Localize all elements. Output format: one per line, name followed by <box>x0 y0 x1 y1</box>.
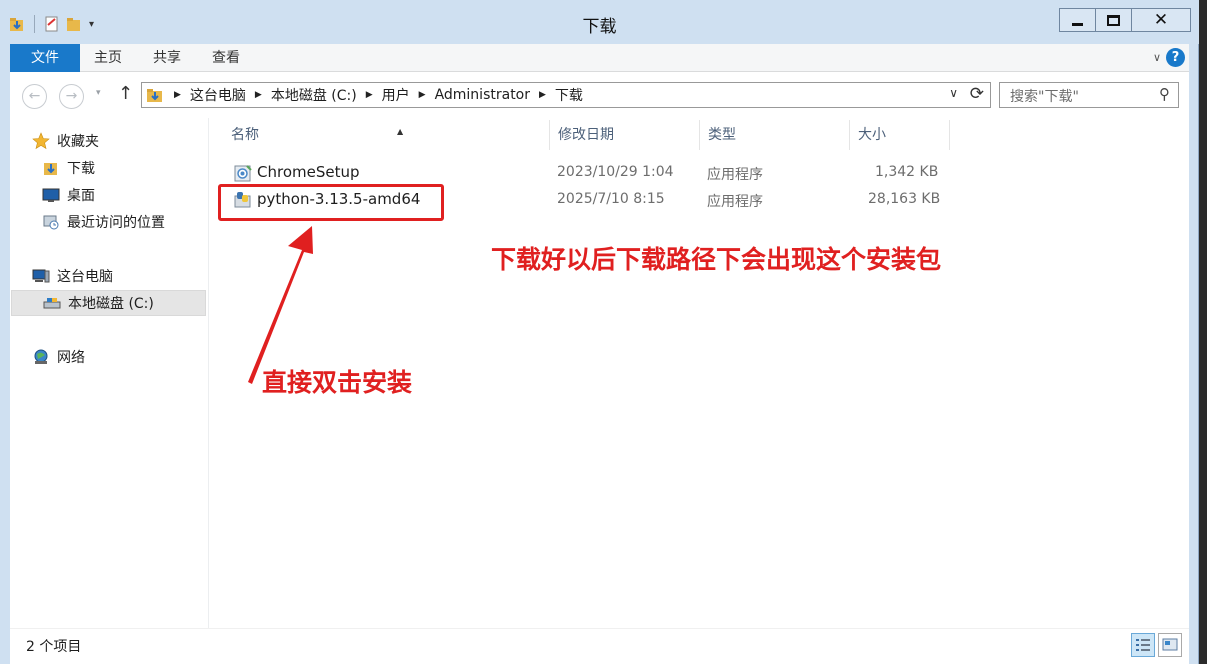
minimize-button[interactable] <box>1059 8 1095 32</box>
title-bar: ▾ 下载 ✕ <box>0 0 1199 44</box>
sidebar-item-favorites[interactable]: 收藏夹 <box>32 128 99 154</box>
annotation-download-path: 下载好以后下载路径下会出现这个安装包 <box>491 245 942 274</box>
sidebar-item-label: 本地磁盘 (C:) <box>68 296 154 312</box>
maximize-button[interactable] <box>1095 8 1131 32</box>
column-header-label: 类型 <box>708 127 736 143</box>
large-icons-view-icon <box>1162 638 1178 651</box>
ribbon-tabs: 文件 主页 共享 查看 ∨ ? <box>10 44 1189 72</box>
search-placeholder: 搜索"下载" <box>1010 89 1079 105</box>
breadcrumb-local-disk[interactable]: 本地磁盘 (C:) <box>271 85 357 105</box>
desktop-icon <box>42 188 60 202</box>
help-icon[interactable]: ? <box>1166 48 1185 67</box>
sidebar-item-downloads[interactable]: 下载 <box>42 155 95 181</box>
file-type: 应用程序 <box>707 167 763 183</box>
window-controls: ✕ <box>1059 8 1191 32</box>
breadcrumb-downloads[interactable]: 下载 <box>555 85 583 105</box>
search-icon[interactable]: ⚲ <box>1159 85 1170 103</box>
tab-home[interactable]: 主页 <box>82 44 134 72</box>
sidebar-item-label: 最近访问的位置 <box>67 215 165 231</box>
navigation-bar: ← → ▾ ↑ ▶ 这台电脑 ▶ 本地磁盘 (C:) ▶ 用户 ▶ Admini… <box>10 72 1189 118</box>
sidebar-item-network[interactable]: 网络 <box>32 344 85 370</box>
details-view-icon <box>1136 639 1150 651</box>
breadcrumb-separator-icon[interactable]: ▶ <box>255 90 262 100</box>
sidebar-item-label: 桌面 <box>67 188 95 204</box>
breadcrumb-this-pc[interactable]: 这台电脑 <box>190 85 246 105</box>
column-header-name[interactable]: ▲ 名称 <box>223 120 550 150</box>
search-box[interactable]: 搜索"下载" ⚲ <box>999 82 1179 108</box>
column-header-label: 修改日期 <box>558 127 614 143</box>
breadcrumb: ▶ 这台电脑 ▶ 本地磁盘 (C:) ▶ 用户 ▶ Administrator … <box>170 85 583 105</box>
expand-ribbon-icon[interactable]: ∨ <box>1153 51 1161 64</box>
window-title: 下载 <box>582 17 617 37</box>
highlight-box <box>218 184 444 221</box>
recent-locations-icon[interactable]: ▾ <box>96 88 101 98</box>
sidebar-item-label: 收藏夹 <box>57 134 99 150</box>
tab-view[interactable]: 查看 <box>200 44 252 72</box>
breadcrumb-separator-icon[interactable]: ▶ <box>419 90 426 100</box>
status-bar: 2 个项目 <box>10 628 1189 664</box>
details-view-button[interactable] <box>1131 633 1155 657</box>
up-arrow-icon[interactable]: ↑ <box>118 83 133 104</box>
column-header-size[interactable]: 大小 <box>850 120 950 150</box>
breadcrumb-administrator[interactable]: Administrator <box>435 87 530 103</box>
breadcrumb-separator-icon[interactable]: ▶ <box>366 90 373 100</box>
address-bar[interactable]: ▶ 这台电脑 ▶ 本地磁盘 (C:) ▶ 用户 ▶ Administrator … <box>141 82 991 108</box>
sidebar-item-label: 这台电脑 <box>57 269 113 285</box>
address-dropdown-icon[interactable]: ∨ <box>949 86 958 100</box>
download-folder-icon <box>44 163 57 175</box>
minimize-icon <box>1072 22 1083 26</box>
large-icons-view-button[interactable] <box>1158 633 1182 657</box>
tab-share[interactable]: 共享 <box>141 44 193 72</box>
sidebar-item-label: 网络 <box>57 350 85 366</box>
explorer-window: ▾ 下载 ✕ 文件 主页 共享 查看 ∨ ? ← → ▾ ↑ ▶ 这台电脑 ▶ … <box>0 0 1199 664</box>
breadcrumb-separator-icon[interactable]: ▶ <box>174 90 181 100</box>
sidebar-item-label: 下载 <box>67 161 95 177</box>
tab-file[interactable]: 文件 <box>10 44 80 72</box>
annotation-double-click: 直接双击安装 <box>262 368 413 397</box>
breadcrumb-users[interactable]: 用户 <box>382 85 410 105</box>
address-folder-icon <box>147 89 162 102</box>
column-header-label: 大小 <box>858 127 886 143</box>
drive-icon <box>43 298 61 309</box>
chrome-setup-icon <box>234 165 252 182</box>
sidebar-item-local-disk[interactable]: 本地磁盘 (C:) <box>11 290 206 316</box>
column-header-date[interactable]: 修改日期 <box>550 120 700 150</box>
close-button[interactable]: ✕ <box>1131 8 1191 32</box>
table-row[interactable]: ChromeSetup 2023/10/29 1:04 应用程序 1,342 K… <box>223 160 950 186</box>
back-button[interactable]: ← <box>22 84 47 109</box>
sidebar-item-desktop[interactable]: 桌面 <box>42 182 95 208</box>
sort-ascending-icon: ▲ <box>397 127 404 136</box>
computer-icon <box>32 269 50 283</box>
file-date: 2023/10/29 1:04 <box>557 164 674 180</box>
column-header-type[interactable]: 类型 <box>700 120 850 150</box>
sidebar-item-recent-places[interactable]: 最近访问的位置 <box>42 209 165 235</box>
file-name: ChromeSetup <box>257 163 360 181</box>
file-size: 28,163 KB <box>868 191 941 207</box>
maximize-icon <box>1107 14 1120 26</box>
file-type: 应用程序 <box>707 194 763 210</box>
breadcrumb-separator-icon[interactable]: ▶ <box>539 90 546 100</box>
file-date: 2025/7/10 8:15 <box>557 191 665 207</box>
refresh-icon[interactable]: ⟳ <box>970 84 984 104</box>
item-count: 2 个项目 <box>26 639 82 655</box>
network-icon <box>34 349 48 364</box>
forward-button[interactable]: → <box>59 84 84 109</box>
recent-places-icon <box>43 215 59 230</box>
sidebar-item-this-pc[interactable]: 这台电脑 <box>32 263 113 289</box>
close-icon: ✕ <box>1153 10 1169 30</box>
navigation-pane: 收藏夹 下载 桌面 最近访问的位置 这台电脑 本地磁盘 (C:) 网络 <box>10 118 208 628</box>
star-icon <box>32 132 50 150</box>
column-header-label: 名称 <box>231 127 259 143</box>
file-size: 1,342 KB <box>875 164 939 180</box>
